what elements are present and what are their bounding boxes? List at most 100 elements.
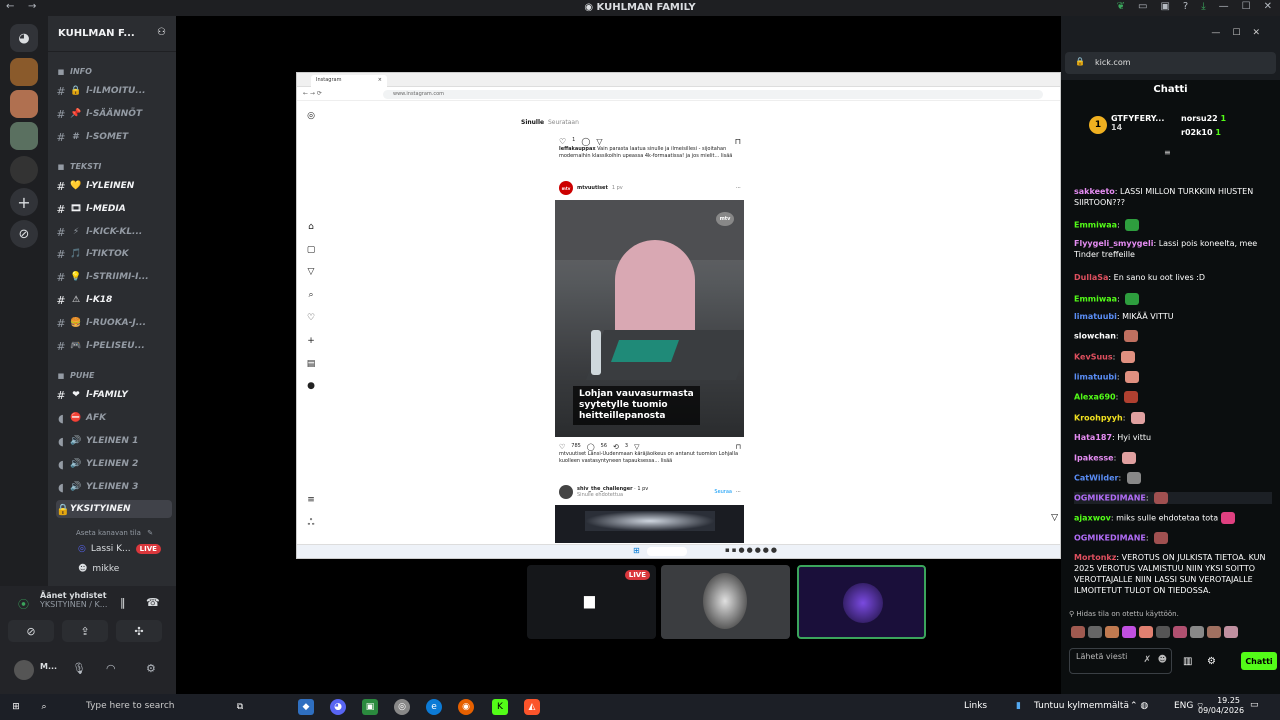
server-icon-4[interactable] <box>10 156 38 184</box>
chat-input[interactable]: Lähetä viesti ✗ ☻ <box>1069 648 1172 674</box>
photos-app-icon[interactable]: ◆ <box>298 699 314 715</box>
screen-icon[interactable]: ▣ <box>1160 1 1169 12</box>
chat-message[interactable]: ajaxwov: miks sulle ehdotetaa tota <box>1074 512 1272 524</box>
channel-text[interactable]: # 🎮 l-PELISEU... <box>56 337 172 355</box>
send-icon[interactable]: ▽ <box>1051 513 1058 523</box>
brave-icon[interactable]: ◭ <box>524 699 540 715</box>
edge-icon[interactable]: e <box>426 699 442 715</box>
window-controls-icon[interactable]: —☐✕ <box>1211 28 1272 38</box>
chat-username[interactable]: slowchan <box>1074 332 1116 341</box>
server-icon-2[interactable] <box>10 90 38 118</box>
send-chat-button[interactable]: Chatti <box>1241 652 1277 670</box>
channel-text[interactable]: # ⚠ l-K18 <box>56 291 172 309</box>
chat-message[interactable]: DullaSa: En sano ku oot lives :D <box>1074 272 1272 283</box>
comment-icon[interactable]: ◯ <box>581 137 590 146</box>
chat-message[interactable]: Emmiwaa: <box>1074 293 1272 305</box>
tab-following[interactable]: Seurataan <box>548 119 579 126</box>
add-server-icon[interactable]: + <box>10 188 38 216</box>
channel-text[interactable]: # ⚡ l-KICK-KL... <box>56 223 172 241</box>
chat-username[interactable]: sakkeeto <box>1074 187 1115 196</box>
more-options-icon[interactable]: ⋯ <box>736 185 741 191</box>
clock[interactable]: 19.25 09/04/2026 <box>1198 696 1244 716</box>
channel-text[interactable]: # ❤ l-FAMILY <box>56 386 172 404</box>
avatar[interactable] <box>14 660 34 680</box>
collapse-icon[interactable]: ≡ <box>1164 148 1171 157</box>
post-image[interactable]: mtv Lohjan vauvasurmasta syytetylle tuom… <box>555 200 744 437</box>
search-icon[interactable]: ⌕ <box>305 290 317 300</box>
save-icon[interactable]: ⊓ <box>735 137 741 146</box>
post-3-image[interactable] <box>555 505 744 543</box>
channel-text[interactable]: # 💡 l-STRIIMI-I... <box>56 268 172 286</box>
server-icon-1[interactable] <box>10 58 38 86</box>
screen-share-button[interactable]: ⇪ <box>62 620 108 642</box>
inbox-icon[interactable]: ▭ <box>1138 1 1147 12</box>
chat-message[interactable]: sakkeeto: LASSI MILLON TURKKIIN HIUSTEN … <box>1074 186 1272 208</box>
discord-home-icon[interactable]: ◕ <box>10 24 38 52</box>
sound-wave-icon[interactable]: ‖ <box>120 596 126 609</box>
stream-tile-screen[interactable]: LIVE ▆ <box>527 565 656 639</box>
channel-category[interactable]: ▪ INFO <box>56 62 172 80</box>
create-icon[interactable]: + <box>305 336 317 346</box>
channel-category[interactable]: ▪ PUHE <box>56 366 172 384</box>
channel-text[interactable]: # 🍔 l-RUOKA-J... <box>56 314 172 332</box>
top-gifter-1[interactable]: GTFYFERY... 14 <box>1111 114 1164 132</box>
channel-voice[interactable]: ◖ 🔊 YLEINEN 3 <box>56 478 172 496</box>
like-icon[interactable]: ♡ <box>559 443 565 451</box>
chat-username[interactable]: Emmiwaa <box>1074 221 1117 230</box>
voice-channel[interactable]: YKSITYINEN / K... <box>40 600 107 609</box>
url-field[interactable]: www.instagram.com <box>383 90 1043 99</box>
chat-username[interactable]: CatWilder <box>1074 474 1119 483</box>
chat-message[interactable]: Mortonkz: VEROTUS ON JULKISTA TIETOA. KU… <box>1074 552 1272 596</box>
channel-text[interactable]: # 🎵 l-TIKTOK <box>56 245 172 263</box>
chat-message[interactable]: slowchan: <box>1074 330 1272 342</box>
emote-picker-icon[interactable]: ✗ <box>1143 655 1151 665</box>
links-toolbar[interactable]: Links <box>964 701 987 711</box>
chat-username[interactable]: Kroohpyyh <box>1074 414 1123 423</box>
chat-message[interactable]: Alexa690: <box>1074 391 1272 403</box>
channel-voice[interactable]: ◖ ⛔ AFK <box>56 409 172 427</box>
chat-username[interactable]: KevSuus <box>1074 353 1113 362</box>
tray-icons[interactable]: ⌃ ◍ <box>1130 701 1148 711</box>
channel-voice[interactable]: ◖ 🔊 YLEINEN 2 <box>56 455 172 473</box>
chat-message[interactable]: OGMIKEDIMANE: <box>1074 532 1272 544</box>
search-icon[interactable]: ⌕ <box>36 699 52 715</box>
channel-text[interactable]: # 🎞 l-MEDIA <box>56 200 172 218</box>
chat-username[interactable]: DullaSa <box>1074 273 1108 282</box>
chat-username[interactable]: Hata187 <box>1074 433 1112 442</box>
chat-message[interactable]: CatWilder: <box>1074 472 1272 484</box>
heart-icon[interactable]: ♡ <box>305 313 317 323</box>
like-icon[interactable]: ♡ <box>559 137 566 146</box>
home-icon[interactable]: ⌂ <box>305 222 317 232</box>
channel-text[interactable]: # 📌 l-SÄÄNNÖT <box>56 105 172 123</box>
add-user-icon[interactable]: ⚇ <box>157 27 166 38</box>
dashboard-icon[interactable]: ▤ <box>305 359 317 369</box>
close-icon[interactable]: ✕ <box>1264 1 1272 12</box>
send-icon[interactable]: ▽ <box>305 267 317 277</box>
channel-text[interactable]: # 🔒 l-ILMOITU... <box>56 82 172 100</box>
emote-bar[interactable] <box>1071 626 1271 640</box>
headphones-icon[interactable]: ◠ <box>106 662 116 675</box>
chat-username[interactable]: limatuubi <box>1074 373 1117 382</box>
settings-gear-icon[interactable]: ⚙ <box>146 662 156 675</box>
comment-icon[interactable]: ◯ <box>587 443 595 451</box>
gift-icon[interactable]: ▥ <box>1183 656 1192 667</box>
chat-username[interactable]: limatuubi <box>1074 312 1117 321</box>
chat-username[interactable]: Ipakesse <box>1074 454 1114 463</box>
camera-off-button[interactable]: ⊘ <box>8 620 54 642</box>
post-author[interactable]: mtvuutiset <box>577 185 608 191</box>
threads-icon[interactable]: ஃ <box>305 518 317 529</box>
disconnect-icon[interactable]: ☎ <box>146 596 160 609</box>
emoji-icon[interactable]: ☻ <box>1158 655 1167 665</box>
chat-username[interactable]: Alexa690 <box>1074 393 1116 402</box>
chat-settings-icon[interactable]: ⚙ <box>1207 656 1216 667</box>
share-icon[interactable]: ▽ <box>596 137 602 146</box>
activities-button[interactable]: ✣ <box>116 620 162 642</box>
member-mikke[interactable]: ☻ mikke <box>78 560 119 578</box>
chat-username[interactable]: Mortonkz <box>1074 553 1116 562</box>
help-icon[interactable]: ? <box>1183 1 1188 12</box>
chat-username[interactable]: Emmiwaa <box>1074 295 1117 304</box>
app-icon[interactable]: ▣ <box>362 699 378 715</box>
username[interactable]: M... <box>40 662 57 671</box>
follow-button[interactable]: Seuraa <box>714 489 732 495</box>
leaf-icon[interactable]: ❦ <box>1117 1 1125 12</box>
